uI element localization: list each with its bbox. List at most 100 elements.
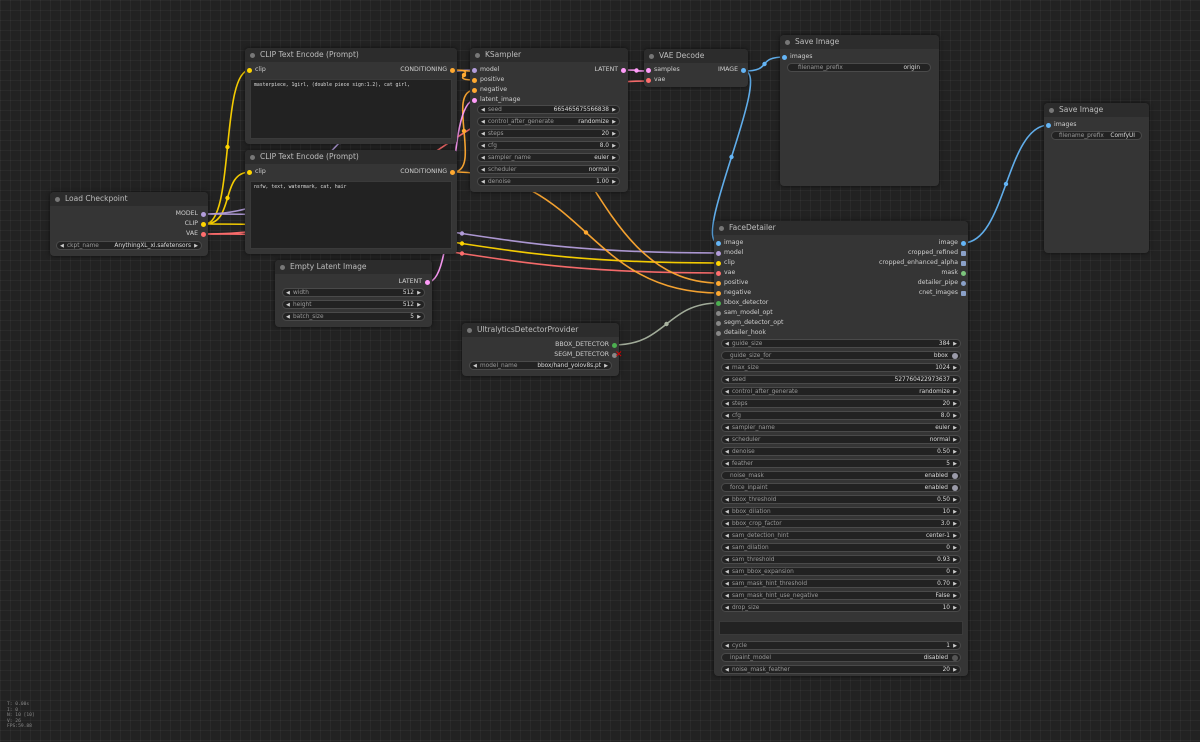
arrow-left-icon[interactable]: ◀: [725, 604, 729, 613]
arrow-left-icon[interactable]: ◀: [725, 436, 729, 445]
input-clip[interactable]: clip: [245, 167, 266, 177]
widget-scheduler[interactable]: ◀ scheduler normal ▶: [477, 165, 620, 174]
arrow-right-icon[interactable]: ▶: [953, 508, 957, 517]
collapse-dot[interactable]: [280, 264, 285, 270]
prompt-textarea[interactable]: masterpiece, 1girl, (double piece sign:1…: [250, 79, 452, 139]
link-midpoint[interactable]: [459, 251, 465, 256]
arrow-right-icon[interactable]: ▶: [953, 568, 957, 577]
link-midpoint[interactable]: [459, 231, 465, 236]
output-cropped-enhanced-alpha[interactable]: cropped_enhanced_alpha: [879, 258, 968, 268]
arrow-right-icon[interactable]: ▶: [953, 424, 957, 433]
collapse-dot[interactable]: [475, 52, 480, 58]
arrow-right-icon[interactable]: ▶: [953, 496, 957, 505]
node-clip-text-encode-positive[interactable]: CLIP Text Encode (Prompt) clip CONDITION…: [245, 48, 457, 144]
input-image[interactable]: image: [714, 238, 743, 248]
widget-noise-mask[interactable]: noise_mask enabled: [721, 471, 961, 480]
wildcard-textarea[interactable]: [719, 621, 963, 635]
node-title[interactable]: UltralyticsDetectorProvider: [462, 323, 619, 337]
input-dot[interactable]: [1046, 122, 1051, 128]
node-title[interactable]: FaceDetailer: [714, 221, 968, 235]
input-segm-detector-opt[interactable]: segm_detector_opt: [714, 318, 783, 328]
collapse-dot[interactable]: [1049, 107, 1054, 113]
arrow-left-icon[interactable]: ◀: [725, 424, 729, 433]
arrow-left-icon[interactable]: ◀: [725, 568, 729, 577]
arrow-right-icon[interactable]: ▶: [953, 604, 957, 613]
collapse-dot[interactable]: [649, 53, 654, 59]
output-dot[interactable]: [201, 221, 206, 227]
collapse-dot[interactable]: [250, 52, 255, 58]
output-segm-detector[interactable]: SEGM_DETECTOR: [554, 350, 619, 360]
input-latent-image[interactable]: latent_image: [470, 95, 520, 105]
output-dot[interactable]: [621, 67, 626, 73]
widget-sam-mask-hint-use-negative[interactable]: ◀ sam_mask_hint_use_negative False ▶: [721, 591, 961, 600]
output-dot[interactable]: [961, 250, 966, 256]
arrow-left-icon[interactable]: ◀: [481, 154, 485, 163]
output-conditioning[interactable]: CONDITIONING: [400, 65, 457, 75]
input-dot[interactable]: [472, 97, 477, 103]
arrow-left-icon[interactable]: ◀: [473, 362, 477, 371]
output-image[interactable]: image: [939, 238, 968, 248]
arrow-right-icon[interactable]: ▶: [953, 376, 957, 385]
output-dot[interactable]: [741, 67, 746, 73]
widget-sam-dilation[interactable]: ◀ sam_dilation 0 ▶: [721, 543, 961, 552]
arrow-right-icon[interactable]: ▶: [953, 544, 957, 553]
arrow-left-icon[interactable]: ◀: [60, 242, 64, 251]
input-clip[interactable]: clip: [714, 258, 735, 268]
collapse-dot[interactable]: [467, 327, 472, 333]
node-load-checkpoint[interactable]: Load Checkpoint MODEL CLIP VAE ◀ ckpt_na…: [50, 192, 208, 256]
collapse-dot[interactable]: [250, 154, 255, 160]
node-ksampler[interactable]: KSampler model positive negative latent_…: [470, 48, 628, 192]
input-negative[interactable]: negative: [714, 288, 751, 298]
arrow-left-icon[interactable]: ◀: [481, 130, 485, 139]
arrow-right-icon[interactable]: ▶: [953, 592, 957, 601]
arrow-left-icon[interactable]: ◀: [725, 496, 729, 505]
widget-sampler-name[interactable]: ◀ sampler_name euler ▶: [477, 153, 620, 162]
node-vae-decode[interactable]: VAE Decode samples vae IMAGE: [644, 49, 748, 87]
input-dot[interactable]: [716, 280, 721, 286]
output-image[interactable]: IMAGE: [718, 65, 748, 75]
output-dot[interactable]: [961, 260, 966, 266]
node-save-image-origin[interactable]: Save Image images filename_prefix origin: [780, 35, 939, 186]
widget-noise-mask-feather[interactable]: ◀ noise_mask_feather 20 ▶: [721, 665, 961, 674]
arrow-left-icon[interactable]: ◀: [725, 340, 729, 349]
widget-sam-mask-hint-threshold[interactable]: ◀ sam_mask_hint_threshold 0.70 ▶: [721, 579, 961, 588]
node-title[interactable]: KSampler: [470, 48, 628, 62]
node-title[interactable]: CLIP Text Encode (Prompt): [245, 150, 457, 164]
output-dot[interactable]: [201, 231, 206, 237]
input-samples[interactable]: samples: [644, 65, 680, 75]
widget-guide-size[interactable]: ◀ guide_size 384 ▶: [721, 339, 961, 348]
widget-control-after-generate[interactable]: ◀ control_after_generate randomize ▶: [477, 117, 620, 126]
arrow-right-icon[interactable]: ▶: [953, 340, 957, 349]
input-model[interactable]: model: [470, 65, 499, 75]
input-dot[interactable]: [716, 300, 721, 306]
arrow-left-icon[interactable]: ◀: [286, 313, 290, 322]
node-title[interactable]: Save Image: [780, 35, 939, 49]
input-dot[interactable]: [716, 270, 721, 276]
arrow-left-icon[interactable]: ◀: [481, 166, 485, 175]
input-dot[interactable]: [247, 169, 252, 175]
widget-inpaint-model[interactable]: inpaint_model disabled: [721, 653, 961, 662]
input-dot[interactable]: [716, 320, 721, 326]
input-bbox-detector[interactable]: bbox_detector: [714, 298, 768, 308]
widget-sam-bbox-expansion[interactable]: ◀ sam_bbox_expansion 0 ▶: [721, 567, 961, 576]
model-name-combo[interactable]: ◀ model_name bbox/hand_yolov8s.pt ▶: [469, 361, 612, 370]
widget-sam-detection-hint[interactable]: ◀ sam_detection_hint center-1 ▶: [721, 531, 961, 540]
arrow-left-icon[interactable]: ◀: [725, 592, 729, 601]
widget-sampler-name[interactable]: ◀ sampler_name euler ▶: [721, 423, 961, 432]
input-dot[interactable]: [646, 77, 651, 83]
widget-feather[interactable]: ◀ feather 5 ▶: [721, 459, 961, 468]
node-title[interactable]: Empty Latent Image: [275, 260, 432, 274]
input-dot[interactable]: [472, 87, 477, 93]
node-ultralytics-detector-provider[interactable]: UltralyticsDetectorProvider BBOX_DETECTO…: [462, 323, 619, 376]
input-dot[interactable]: [247, 67, 252, 73]
arrow-left-icon[interactable]: ◀: [481, 142, 485, 151]
input-clip[interactable]: clip: [245, 65, 266, 75]
node-title[interactable]: Save Image: [1044, 103, 1149, 117]
output-dot[interactable]: [450, 169, 455, 175]
input-detailer-hook[interactable]: detailer_hook: [714, 328, 766, 338]
input-sam-model-opt[interactable]: sam_model_opt: [714, 308, 773, 318]
arrow-right-icon[interactable]: ▶: [612, 154, 616, 163]
link-midpoint[interactable]: [664, 321, 669, 327]
link-midpoint[interactable]: [634, 68, 639, 73]
collapse-dot[interactable]: [785, 39, 790, 45]
